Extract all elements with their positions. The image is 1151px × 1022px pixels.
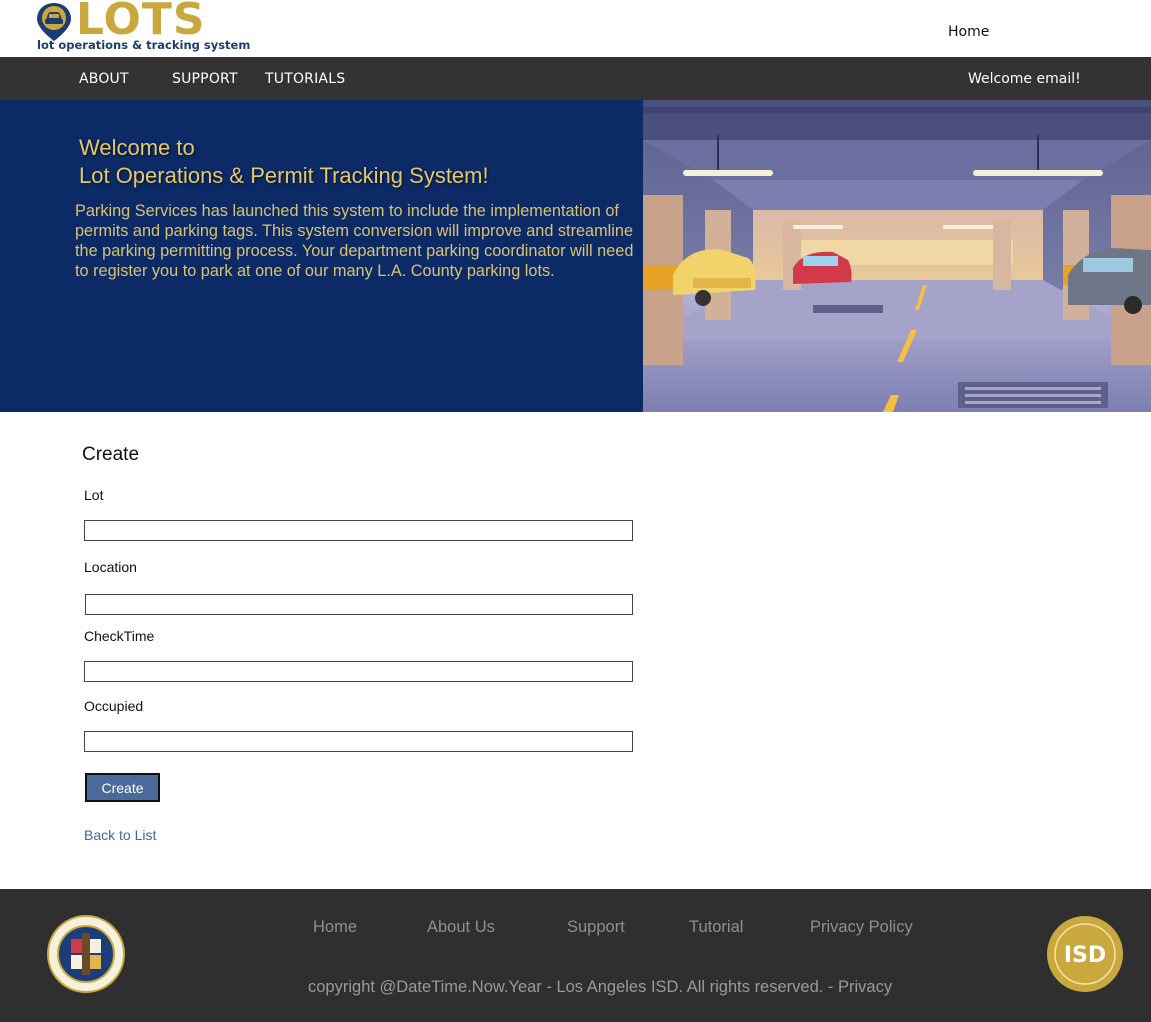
hero-title-line2: Lot Operations & Permit Tracking System! bbox=[79, 163, 489, 188]
footer-support-link[interactable]: Support bbox=[567, 918, 625, 937]
footer-about-link[interactable]: About Us bbox=[427, 918, 495, 937]
nav-support[interactable]: SUPPORT bbox=[172, 71, 238, 87]
parking-garage-illustration bbox=[643, 100, 1151, 412]
form-title: Create bbox=[82, 444, 140, 465]
checktime-input[interactable] bbox=[84, 661, 633, 682]
lot-input[interactable] bbox=[84, 520, 633, 541]
welcome-user-text: Welcome email! bbox=[968, 71, 1081, 87]
footer-tutorial-link[interactable]: Tutorial bbox=[689, 918, 743, 937]
car-pin-icon bbox=[37, 3, 71, 41]
occupied-label: Occupied bbox=[84, 698, 144, 714]
nav-about[interactable]: ABOUT bbox=[79, 71, 129, 87]
location-label: Location bbox=[84, 559, 137, 575]
occupied-input[interactable] bbox=[84, 731, 633, 752]
main-nav: ABOUT SUPPORT TUTORIALS Welcome email! bbox=[0, 57, 1151, 100]
isd-seal-icon: ISD bbox=[1047, 916, 1123, 992]
site-footer: Home About Us Support Tutorial Privacy P… bbox=[0, 889, 1151, 1022]
hero-title-line1: Welcome to bbox=[79, 135, 195, 160]
hero-description: Parking Services has launched this syste… bbox=[75, 202, 634, 280]
checktime-label: CheckTime bbox=[84, 628, 155, 644]
nav-tutorials[interactable]: TUTORIALS bbox=[265, 71, 345, 87]
svg-text:ISD: ISD bbox=[1064, 943, 1106, 968]
la-county-seal-icon bbox=[47, 915, 125, 993]
logo-tagline: lot operations & tracking system bbox=[37, 38, 251, 52]
lot-label: Lot bbox=[84, 487, 104, 503]
hero-banner: Welcome to Lot Operations & Permit Track… bbox=[0, 100, 1151, 412]
footer-home-link[interactable]: Home bbox=[313, 918, 357, 937]
header-home-link[interactable]: Home bbox=[948, 24, 989, 40]
footer-privacy-link[interactable]: Privacy Policy bbox=[810, 918, 913, 937]
create-button[interactable]: Create bbox=[85, 773, 160, 802]
lots-logo[interactable]: LOTS lot operations & tracking system bbox=[36, 0, 250, 54]
hero-title: Welcome to Lot Operations & Permit Track… bbox=[79, 134, 489, 190]
location-input[interactable] bbox=[85, 594, 633, 615]
back-to-list-link[interactable]: Back to List bbox=[84, 827, 156, 843]
copyright-text: copyright @DateTime.Now.Year - Los Angel… bbox=[308, 978, 893, 996]
top-header: LOTS lot operations & tracking system Ho… bbox=[0, 0, 1151, 57]
